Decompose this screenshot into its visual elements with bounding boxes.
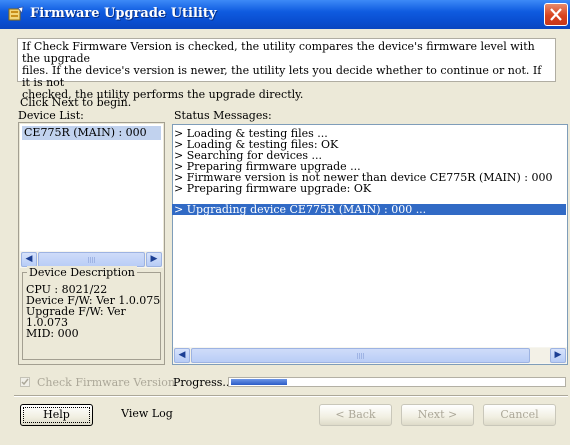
back-button[interactable]: < Back	[319, 404, 392, 426]
device-list-label: Device List:	[18, 109, 84, 122]
progress-fill	[231, 379, 287, 385]
device-list-item[interactable]: CE775R (MAIN) : 000	[22, 126, 161, 140]
close-icon	[550, 8, 562, 21]
check-firmware-checkbox[interactable]	[20, 377, 30, 387]
scroll-right-arrow-icon: ▶	[554, 350, 562, 360]
scroll-left-button[interactable]: ◀	[21, 252, 37, 267]
help-button[interactable]: Help	[20, 404, 93, 426]
divider	[14, 395, 568, 397]
status-scrollbar[interactable]: ◀ ▶	[173, 347, 567, 364]
scroll-right-button[interactable]: ▶	[550, 348, 566, 363]
instructions-box: If Check Firmware Version is checked, th…	[17, 38, 556, 101]
scroll-right-arrow-icon: ▶	[150, 254, 158, 264]
cancel-button-label: Cancel	[500, 408, 539, 421]
window-title: Firmware Upgrade Utility	[30, 6, 217, 21]
scroll-left-button[interactable]: ◀	[174, 348, 190, 363]
status-messages-label: Status Messages:	[174, 109, 272, 122]
mid-text: MID: 000	[26, 327, 79, 340]
progress-bar	[228, 377, 566, 387]
focus-ring	[23, 407, 90, 423]
title-bar[interactable]: Firmware Upgrade Utility	[0, 0, 570, 29]
instruction-line: files. If the device's version is newer,…	[22, 64, 542, 89]
next-button[interactable]: Next >	[401, 404, 474, 426]
firmware-utility-icon	[8, 6, 24, 21]
scroll-thumb[interactable]	[191, 348, 530, 363]
grip-icon	[356, 353, 365, 359]
status-message: > Preparing firmware upgrade: OK	[174, 182, 372, 195]
next-button-label: Next >	[417, 408, 458, 421]
back-button-label: < Back	[335, 408, 376, 421]
cancel-button[interactable]: Cancel	[483, 404, 556, 426]
device-description-legend: Device Description	[27, 266, 137, 279]
check-firmware-label: Check Firmware Version	[37, 376, 175, 389]
firmware-upgrade-window: Firmware Upgrade Utility If Check Firmwa…	[0, 0, 570, 445]
view-log-button[interactable]: View Log	[113, 404, 181, 426]
instruction-line: If Check Firmware Version is checked, th…	[22, 40, 535, 65]
grip-icon	[87, 257, 96, 263]
checkmark-icon	[21, 378, 29, 386]
scroll-left-arrow-icon: ◀	[178, 350, 186, 360]
status-message-selected[interactable]: > Upgrading device CE775R (MAIN) : 000 .…	[172, 204, 566, 215]
view-log-button-label: View Log	[121, 407, 173, 420]
click-next-text: Click Next to begin.	[20, 96, 132, 109]
device-list[interactable]: CE775R (MAIN) : 000	[20, 124, 163, 252]
scroll-thumb[interactable]	[38, 252, 145, 267]
scroll-left-arrow-icon: ◀	[25, 254, 33, 264]
scroll-right-button[interactable]: ▶	[146, 252, 162, 267]
progress-label: Progress...	[173, 376, 233, 389]
close-button[interactable]	[544, 3, 568, 26]
